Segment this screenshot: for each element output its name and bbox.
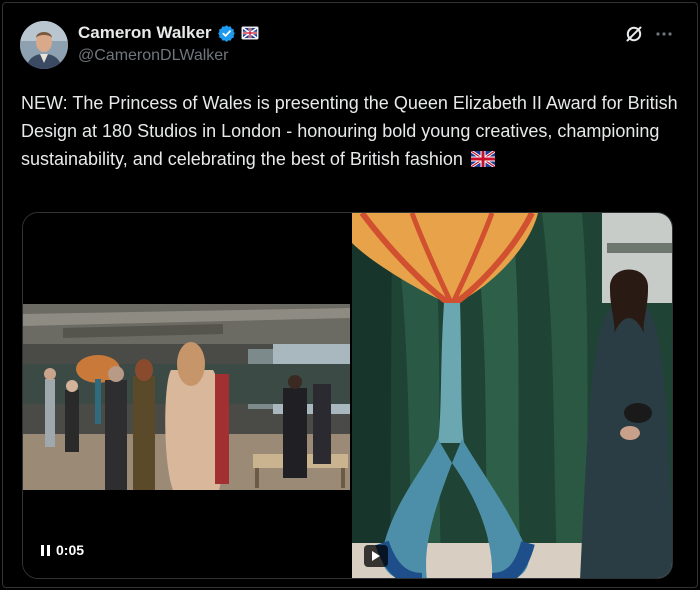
affiliate-badge-icon[interactable] (241, 26, 259, 40)
verified-badge-icon (217, 24, 235, 42)
video-timestamp[interactable]: 0:05 (41, 542, 84, 558)
more-options-icon[interactable] (654, 26, 674, 42)
tweet-body: NEW: The Princess of Wales is presenting… (21, 93, 678, 169)
video-right[interactable] (352, 213, 672, 578)
media-grid: 0:05 (22, 212, 673, 579)
video-frame-princess (352, 213, 672, 578)
grok-icon[interactable] (624, 24, 644, 44)
video-time: 0:05 (56, 542, 85, 558)
video-frame-event-hall (23, 304, 350, 490)
avatar-photo-icon (20, 21, 68, 69)
play-icon (372, 551, 380, 561)
author-name-row: Cameron Walker (78, 23, 259, 43)
play-button[interactable] (364, 545, 388, 567)
author-handle[interactable]: @CameronDLWalker (78, 47, 229, 65)
video-left[interactable]: 0:05 (23, 213, 350, 578)
union-jack-flag-icon (470, 151, 495, 167)
tweet-card: Cameron Walker @CameronDLWalker NEW: The… (2, 2, 698, 588)
tweet-text: NEW: The Princess of Wales is presenting… (21, 89, 686, 173)
pause-icon[interactable] (41, 544, 50, 556)
author-name[interactable]: Cameron Walker (78, 23, 212, 43)
avatar[interactable] (20, 21, 68, 69)
